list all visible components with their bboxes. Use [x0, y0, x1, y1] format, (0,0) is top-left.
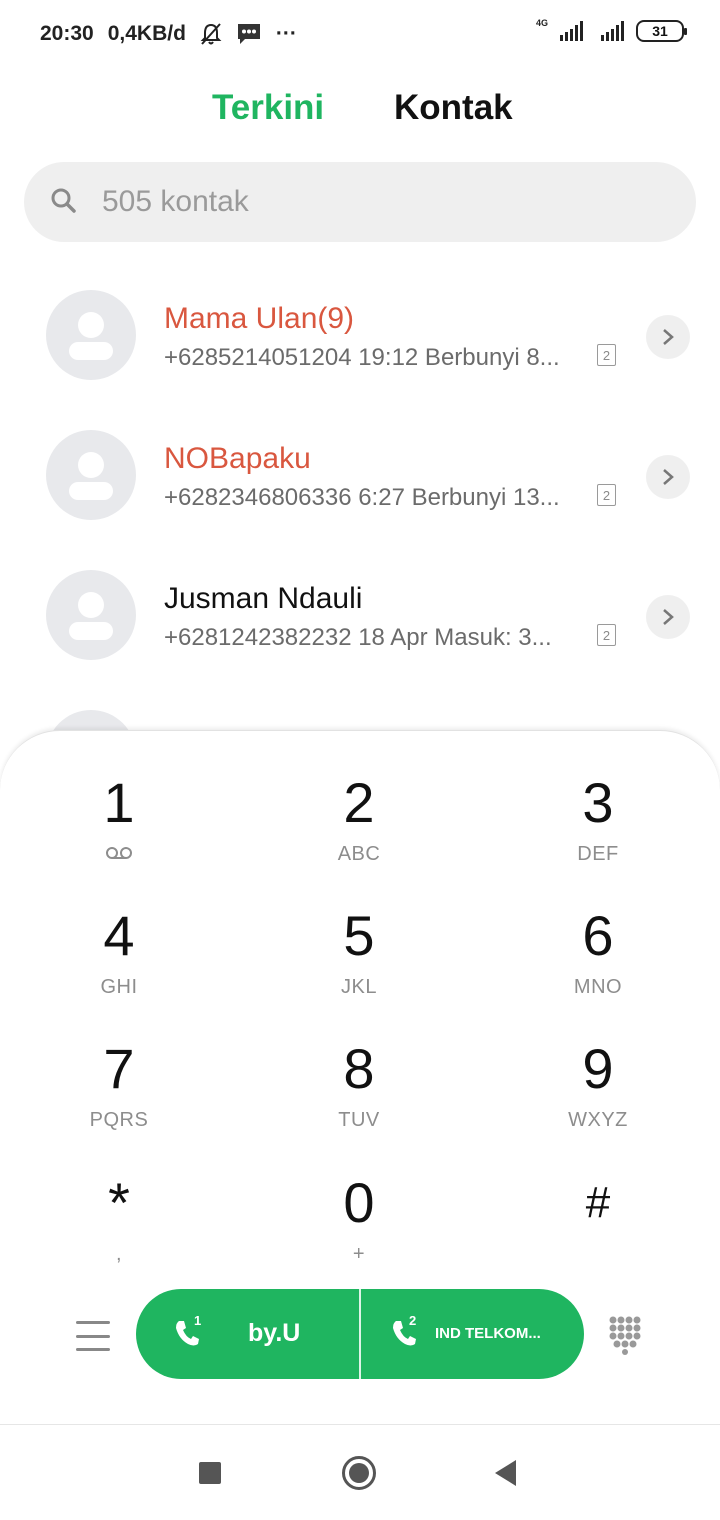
key-letters: GHI — [100, 976, 138, 998]
call-row[interactable]: Mama Ulan(9) +6285214051204 19:12 Berbun… — [0, 268, 720, 408]
call-detail: +6282346806336 6:27 Berbunyi 13... — [164, 484, 560, 511]
sim1-number: 1 — [194, 1313, 202, 1328]
sim-badge-icon: 2 — [597, 344, 616, 366]
hide-dialpad-icon[interactable] — [608, 1315, 642, 1355]
sim2-carrier: IND TELKOM... — [435, 1325, 541, 1342]
status-time: 20:30 — [40, 22, 94, 45]
key-digit: 6 — [582, 904, 614, 967]
tab-kontak[interactable]: Kontak — [394, 88, 513, 128]
key-letters: PQRS — [89, 1109, 149, 1131]
chevron-right-icon — [663, 329, 674, 345]
battery-level: 31 — [652, 23, 668, 39]
call-details-button[interactable] — [646, 315, 690, 359]
key-letters: DEF — [577, 843, 619, 865]
key-letters: JKL — [341, 976, 377, 998]
avatar — [46, 430, 136, 520]
call-row[interactable]: NOBapaku +6282346806336 6:27 Berbunyi 13… — [0, 408, 720, 548]
tab-bar: Terkini Kontak — [0, 88, 720, 138]
sim-badge-icon: 2 — [597, 624, 616, 646]
signal-icon — [560, 21, 583, 41]
key-digit: * — [108, 1171, 130, 1234]
dial-key-8[interactable]: 8 TUV — [259, 1039, 459, 1159]
key-letters: WXYZ — [568, 1109, 628, 1131]
avatar — [46, 290, 136, 380]
message-icon — [236, 22, 262, 46]
call-details-button[interactable] — [646, 595, 690, 639]
dial-key-5[interactable]: 5 JKL — [259, 906, 459, 1026]
dial-key-hash[interactable]: # — [498, 1173, 698, 1293]
status-net-speed: 0,4KB/d — [107, 22, 186, 45]
call-button-group: 1 by.U 2 IND TELKOM... — [136, 1289, 584, 1379]
call-details-button[interactable] — [646, 455, 690, 499]
key-digit: 8 — [343, 1037, 375, 1100]
key-letters: , — [115, 1243, 123, 1265]
dialpad-sheet: 1 2 ABC 3 DEF 4 GHI 5 JKL 6 MNO 7 PQRS 8… — [0, 730, 720, 1424]
search-bar[interactable] — [24, 162, 696, 242]
key-letters: MNO — [573, 976, 623, 998]
call-sim1-button[interactable]: 1 by.U — [136, 1289, 361, 1379]
call-detail: +6285214051204 19:12 Berbunyi 8... — [164, 344, 560, 371]
navigation-bar — [0, 1424, 720, 1520]
key-letters: TUV — [338, 1109, 380, 1131]
dial-key-9[interactable]: 9 WXYZ — [498, 1039, 698, 1159]
dial-key-4[interactable]: 4 GHI — [19, 906, 219, 1026]
key-digit: 7 — [103, 1037, 135, 1100]
chevron-right-icon — [663, 469, 674, 485]
dial-key-0[interactable]: 0 + — [259, 1173, 459, 1293]
call-name: NOBapaku — [164, 442, 311, 475]
key-letters: ABC — [337, 843, 381, 865]
call-sim2-button[interactable]: 2 IND TELKOM... — [361, 1289, 584, 1379]
call-row[interactable]: Jusman Ndauli +6281242382232 18 Apr Masu… — [0, 548, 720, 688]
sim1-carrier: by.U — [248, 1319, 301, 1347]
key-letters: + — [352, 1243, 366, 1265]
status-right: 4G 31 — [535, 18, 687, 42]
status-left: 20:30 0,4KB/d ··· — [40, 22, 297, 46]
call-name: Mama Ulan(9) — [164, 302, 355, 335]
key-digit: 2 — [343, 771, 375, 834]
tab-terkini[interactable]: Terkini — [212, 88, 324, 128]
key-digit: 1 — [103, 771, 135, 834]
back-triangle-icon[interactable] — [494, 1459, 518, 1492]
dial-key-3[interactable]: 3 DEF — [498, 773, 698, 893]
home-circle-icon[interactable] — [341, 1455, 377, 1496]
status-bar: 20:30 0,4KB/d ··· 4G 31 — [0, 0, 720, 70]
avatar — [46, 570, 136, 660]
search-input[interactable] — [102, 185, 622, 219]
dial-key-2[interactable]: 2 ABC — [259, 773, 459, 893]
chevron-right-icon — [663, 609, 674, 625]
key-digit: 0 — [343, 1171, 375, 1234]
menu-icon[interactable] — [76, 1321, 110, 1351]
network-type: 4G — [535, 18, 548, 28]
mute-bell-icon — [200, 22, 222, 46]
call-detail: +6281242382232 18 Apr Masuk: 3... — [164, 624, 552, 651]
dial-key-1[interactable]: 1 — [19, 773, 219, 893]
key-digit: 3 — [582, 771, 614, 834]
status-more: ··· — [275, 22, 297, 45]
dial-key-star[interactable]: * , — [19, 1173, 219, 1293]
call-name: Jusman Ndauli — [164, 582, 363, 615]
battery-icon: 31 — [636, 20, 687, 42]
signal-icon-2 — [601, 21, 624, 41]
sim2-number: 2 — [409, 1313, 417, 1328]
key-digit: 4 — [103, 904, 135, 967]
voicemail-icon — [19, 843, 219, 866]
dial-key-6[interactable]: 6 MNO — [498, 906, 698, 1026]
key-digit: # — [585, 1178, 611, 1227]
recents-square-icon[interactable] — [198, 1461, 222, 1490]
sim-badge-icon: 2 — [597, 484, 616, 506]
search-icon — [50, 187, 76, 218]
key-digit: 5 — [343, 904, 375, 967]
dial-key-7[interactable]: 7 PQRS — [19, 1039, 219, 1159]
key-digit: 9 — [582, 1037, 614, 1100]
